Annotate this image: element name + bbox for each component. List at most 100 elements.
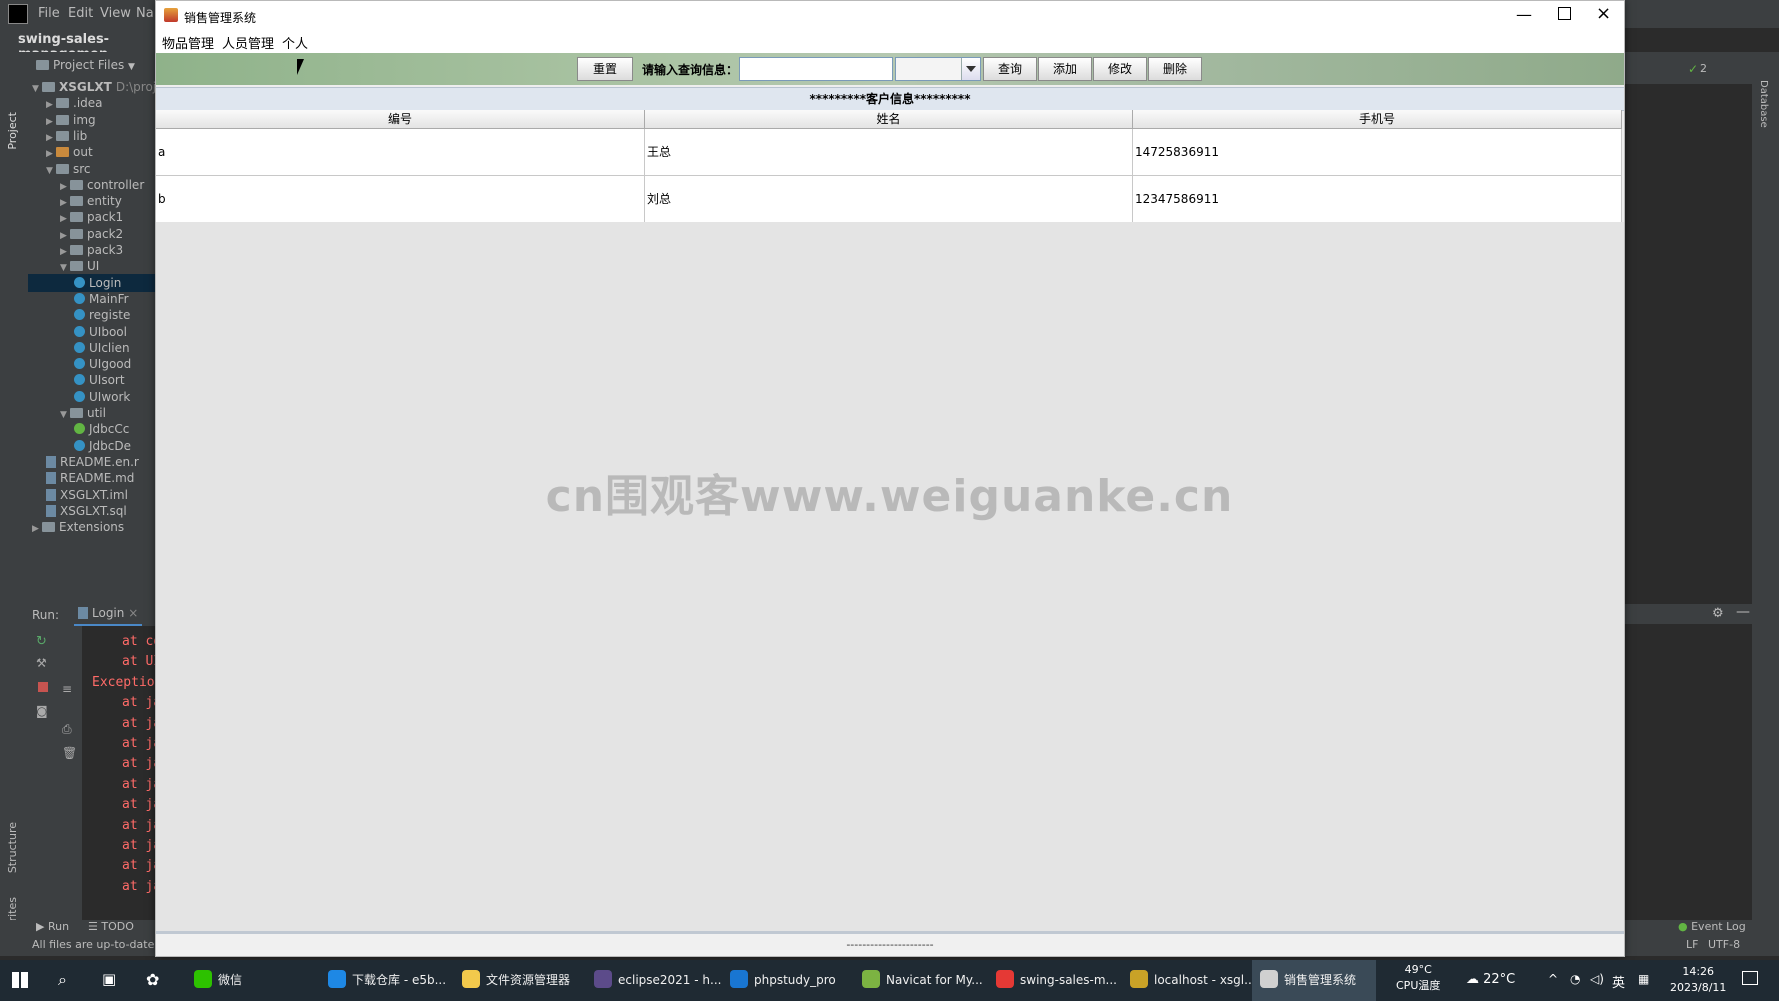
clock[interactable]: 14:26 2023/8/11 [1670, 964, 1726, 996]
taskbar-app[interactable]: Navicat for My... [854, 960, 983, 1001]
ide-menu-navigate[interactable]: Na [136, 6, 154, 21]
tree-item[interactable]: JdbcDe [74, 437, 131, 455]
inspection-count[interactable]: 2 [1700, 62, 1707, 75]
bottom-tab-run[interactable]: ▶ Run [36, 920, 69, 933]
tree-item[interactable]: ▼ UI [60, 257, 99, 275]
query-type-select[interactable] [895, 57, 981, 81]
minimize-button[interactable]: — [1516, 5, 1532, 24]
taskbar-app[interactable]: phpstudy_pro [722, 960, 848, 1001]
maximize-button[interactable] [1558, 7, 1571, 20]
file-encoding[interactable]: UTF-8 [1708, 938, 1740, 951]
menu-staff-management[interactable]: 人员管理 [222, 33, 274, 52]
ide-menu-file[interactable]: File [38, 6, 60, 21]
taskbar-app[interactable]: localhost - xsgl... [1122, 960, 1256, 1001]
close-icon[interactable]: × [128, 606, 138, 620]
ide-menu-edit[interactable]: Edit [68, 6, 93, 21]
tree-item[interactable]: ▶ controller [60, 176, 144, 194]
close-button[interactable]: × [1596, 3, 1611, 24]
tree-item[interactable]: UIclien [74, 339, 130, 357]
tree-item[interactable]: UIbool [74, 323, 127, 341]
taskbar-app[interactable]: eclipse2021 - h... [586, 960, 721, 1001]
side-tab-structure[interactable]: Structure [6, 822, 19, 873]
tree-item[interactable]: ▶ pack3 [60, 241, 123, 259]
cell-phone[interactable]: 12347586911 [1133, 176, 1622, 222]
event-log[interactable]: ● Event Log [1678, 920, 1746, 933]
keyboard-icon[interactable]: ▦ [1638, 972, 1649, 986]
minimize-panel-icon[interactable]: — [1736, 604, 1750, 620]
cell-name[interactable]: 刘总 [645, 176, 1133, 222]
tree-item[interactable]: UIwork [74, 388, 130, 406]
tree-item[interactable]: ▼ XSGLXT D:\proj [32, 78, 156, 96]
cell-name[interactable]: 王总 [645, 129, 1133, 175]
window-titlebar[interactable]: 销售管理系统 — × [156, 1, 1624, 31]
tree-item[interactable]: ▼ src [46, 160, 91, 178]
side-tab-database[interactable]: Database [1758, 80, 1769, 128]
stop-icon[interactable] [38, 682, 48, 692]
column-header-name[interactable]: 姓名 [645, 110, 1133, 128]
search-button[interactable]: 查询 [983, 57, 1037, 81]
notification-icon[interactable] [1742, 971, 1758, 985]
chevron-down-icon[interactable] [961, 58, 980, 80]
ime-indicator[interactable]: 英 [1612, 972, 1625, 991]
ide-menu-view[interactable]: View [100, 6, 131, 21]
tray-chevron-icon[interactable]: ^ [1548, 972, 1558, 986]
tree-item[interactable]: ▶ entity [60, 192, 122, 210]
tree-item[interactable]: ▶ pack1 [60, 208, 123, 226]
taskbar-app[interactable]: 下载仓库 - e5b... [320, 960, 448, 1001]
rerun-icon[interactable]: ↻ [36, 634, 47, 649]
folder-icon [56, 147, 69, 158]
tree-item[interactable]: ▶ pack2 [60, 225, 123, 243]
column-header-phone[interactable]: 手机号 [1133, 110, 1622, 128]
cell-phone[interactable]: 14725836911 [1133, 129, 1622, 175]
edit-button[interactable]: 修改 [1093, 57, 1147, 81]
side-tab-project[interactable]: Project [6, 112, 19, 150]
volume-icon[interactable]: ◁) [1590, 972, 1604, 986]
search-icon[interactable]: ⌕ [58, 970, 67, 990]
project-panel-header[interactable]: Project Files ▼ [36, 58, 135, 72]
cell-id[interactable]: a [156, 129, 645, 175]
trash-icon[interactable]: 🗑 [62, 746, 77, 760]
weather-widget[interactable]: ☁ 22°C [1466, 972, 1515, 987]
start-button[interactable] [12, 972, 28, 988]
menu-goods-management[interactable]: 物品管理 [162, 33, 214, 52]
query-input[interactable] [739, 57, 893, 81]
chevron-down-icon[interactable]: ▼ [32, 80, 42, 98]
menu-personal[interactable]: 个人 [282, 33, 308, 52]
taskbar-app[interactable]: 销售管理系统 [1252, 960, 1376, 1001]
bottom-tab-todo[interactable]: ☰ TODO [88, 920, 134, 933]
taskbar-app[interactable]: 微信 [186, 960, 314, 1001]
cpu-temp-widget[interactable]: 49°C CPU温度 [1396, 962, 1440, 994]
delete-button[interactable]: 删除 [1148, 57, 1202, 81]
tree-item[interactable]: UIsort [74, 371, 125, 389]
run-tab-login[interactable]: Login × [74, 606, 143, 626]
tree-item[interactable]: registe [74, 306, 130, 324]
tree-item[interactable]: ▼ util [60, 404, 106, 422]
network-icon[interactable]: ◔ [1570, 972, 1580, 986]
tree-item[interactable]: Login [28, 273, 160, 292]
tree-item[interactable]: UIgood [74, 355, 131, 373]
cell-id[interactable]: b [156, 176, 645, 222]
line-separator[interactable]: LF [1686, 938, 1698, 951]
add-button[interactable]: 添加 [1038, 57, 1092, 81]
tree-item[interactable]: ▶ .idea [46, 94, 103, 112]
tree-item[interactable]: ▶ img [46, 111, 96, 129]
wrap-icon[interactable]: ≡ [62, 682, 72, 696]
pinned-app-icon[interactable]: ✿ [146, 970, 159, 989]
taskbar-app[interactable]: 文件资源管理器 [454, 960, 580, 1001]
camera-icon[interactable]: ◙ [36, 704, 48, 718]
print-icon[interactable]: ⎙ [62, 722, 72, 737]
taskbar-app[interactable]: swing-sales-m... [988, 960, 1117, 1001]
tree-item[interactable]: MainFr [74, 290, 129, 308]
tree-item[interactable]: JdbcCc [74, 420, 129, 438]
reset-button[interactable]: 重置 [577, 57, 633, 81]
chevron-down-icon[interactable]: ▼ [46, 162, 56, 180]
chevron-down-icon[interactable]: ▼ [60, 406, 70, 424]
gear-icon[interactable]: ⚙ [1712, 606, 1724, 621]
tree-item[interactable]: ▶ lib [46, 127, 87, 145]
table-row[interactable]: b 刘总 12347586911 [156, 176, 1622, 223]
column-header-id[interactable]: 编号 [156, 110, 645, 128]
settings-icon[interactable]: ⚒ [36, 656, 47, 670]
table-row[interactable]: a 王总 14725836911 [156, 129, 1622, 176]
tree-item[interactable]: ▶ out [46, 143, 93, 161]
task-view-icon[interactable]: ▣ [102, 970, 116, 988]
